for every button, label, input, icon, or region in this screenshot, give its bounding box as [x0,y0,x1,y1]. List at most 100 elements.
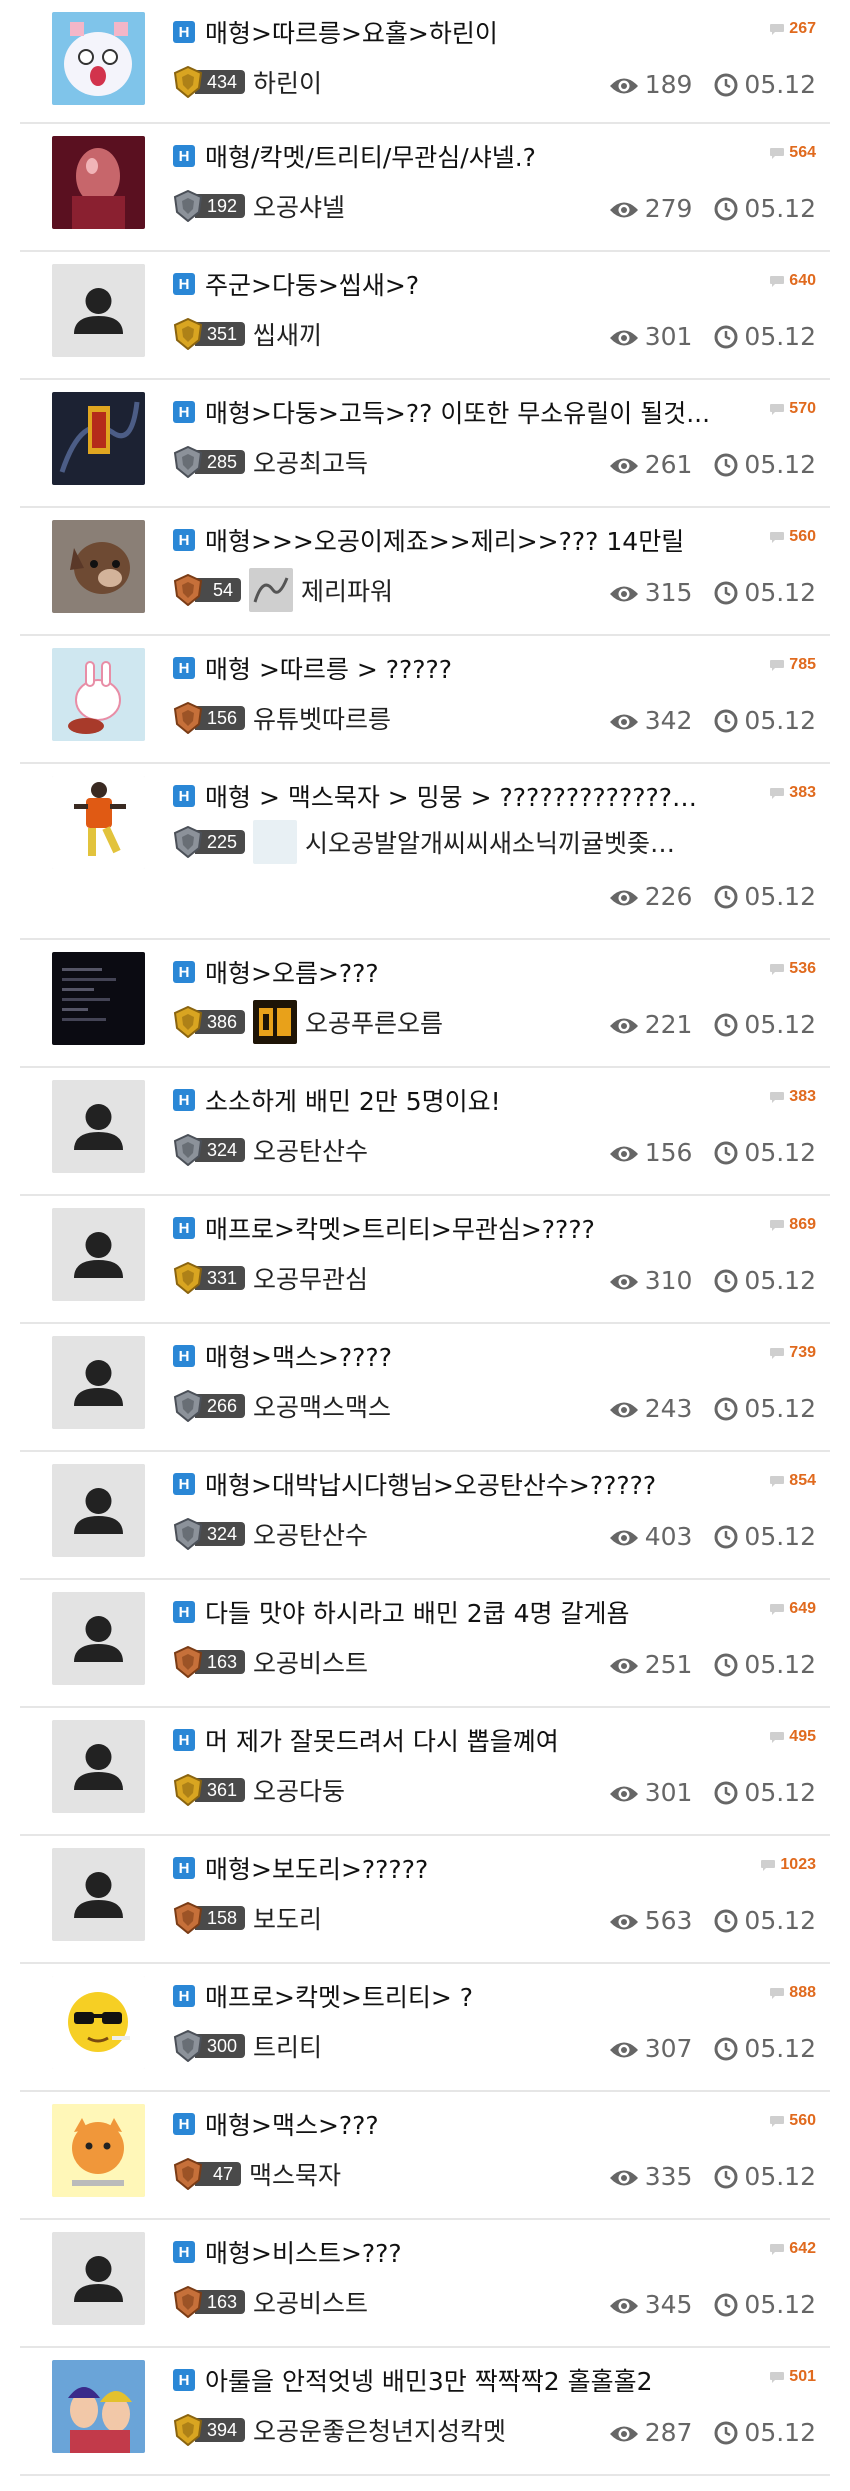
post-row[interactable]: H 매프로>칵멧>트리티> ? 888 300 트리티 307 05.12 [20,1964,830,2092]
post-title-row[interactable]: H 매형>오름>??? [173,954,816,990]
post-title[interactable]: 다들 맛야 하시라고 배민 2쿱 4명 갈게욤 [205,1594,630,1630]
post-row[interactable]: H 아룰을 안적엇넹 배민3만 짝짝짝2 홀홀홀2 501 394 오공운좋은청… [20,2348,830,2476]
post-thumbnail[interactable] [52,136,145,229]
default-avatar-icon[interactable] [52,1080,145,1173]
post-row[interactable]: H 매형>맥스>???? 739 266 오공맥스맥스 243 05.12 [20,1324,830,1452]
post-thumbnail[interactable] [52,520,145,613]
author-nickname[interactable]: 트리티 [253,2028,322,2064]
post-thumbnail[interactable] [52,12,145,105]
post-title[interactable]: 매형 > 맥스묵자 > 밍뭉 > ?????????????… [205,778,697,814]
author-nickname[interactable]: 오공비스트 [253,2284,368,2320]
post-row[interactable]: H 머 제가 잘못드려서 다시 뽑을꼐여 495 361 오공다둥 301 05… [20,1708,830,1836]
post-row[interactable]: H 매형/칵멧/트리티/무관심/샤넬.? 564 192 오공샤넬 279 05… [20,124,830,252]
post-title-row[interactable]: H 다들 맛야 하시라고 배민 2쿱 4명 갈게욤 [173,1594,816,1630]
default-avatar-icon[interactable] [52,1720,145,1813]
default-avatar-icon[interactable] [52,1464,145,1557]
author-nickname[interactable]: 유튜벳따르릉 [253,700,391,736]
default-avatar-icon[interactable] [52,1848,145,1941]
post-thumbnail[interactable] [52,776,145,869]
post-title-row[interactable]: H 매형 >따르릉 > ????? [173,650,816,686]
post-title[interactable]: 매형>비스트>??? [205,2234,402,2270]
eye-icon [609,1398,639,1420]
post-title-row[interactable]: H 아룰을 안적엇넹 배민3만 짝짝짝2 홀홀홀2 [173,2362,816,2398]
post-title-row[interactable]: H 매형>맥스>???? [173,1338,816,1374]
author-nickname[interactable]: 맥스묵자 [249,2156,341,2192]
post-row[interactable]: H 매프로>칵멧>트리티>무관심>???? 869 331 오공무관심 310 … [20,1196,830,1324]
post-title-row[interactable]: H 매형 > 맥스묵자 > 밍뭉 > ?????????????… [173,778,816,814]
post-row[interactable]: H 매형>따르릉>요홀>하린이 267 434 하린이 189 05.12 [20,0,830,124]
post-title-row[interactable]: H 매형>보도리>????? [173,1850,816,1886]
author-nickname[interactable]: 오공맥스맥스 [253,1388,391,1424]
post-row[interactable]: H 매형 > 맥스묵자 > 밍뭉 > ?????????????… 383 22… [20,764,830,940]
post-title[interactable]: 매프로>칵멧>트리티>무관심>???? [205,1210,595,1246]
post-row[interactable]: H 주군>다둥>씹새>? 640 351 씹새끼 301 05.12 [20,252,830,380]
post-title-row[interactable]: H 머 제가 잘못드려서 다시 뽑을꼐여 [173,1722,816,1758]
post-title[interactable]: 매형 >따르릉 > ????? [205,650,452,686]
author-nickname[interactable]: 하린이 [253,64,322,100]
post-title-row[interactable]: H 매프로>칵멧>트리티>무관심>???? [173,1210,816,1246]
default-avatar-icon[interactable] [52,1592,145,1685]
post-thumbnail[interactable] [52,2104,145,2197]
post-row[interactable]: H 매형 >따르릉 > ????? 785 156 유튜벳따르릉 342 05.… [20,636,830,764]
post-title[interactable]: 소소하게 배민 2만 5명이요! [205,1082,501,1118]
default-avatar-icon[interactable] [52,2232,145,2325]
post-title[interactable]: 매형>오름>??? [205,954,379,990]
author-nickname[interactable]: 오공탄산수 [253,1132,368,1168]
post-thumbnail[interactable] [52,2360,145,2453]
post-row[interactable]: H 매형>대박납시다행님>오공탄산수>????? 854 324 오공탄산수 4… [20,1452,830,1580]
post-row[interactable]: H 매형>오름>??? 536 386 오공푸른오름 221 05.12 [20,940,830,1068]
post-thumbnail[interactable] [52,392,145,485]
post-title[interactable]: 머 제가 잘못드려서 다시 뽑을꼐여 [205,1722,559,1758]
default-avatar-icon[interactable] [52,1208,145,1301]
post-title[interactable]: 매형>맥스>???? [205,1338,392,1374]
post-title-row[interactable]: H 주군>다둥>씹새>? [173,266,816,302]
post-thumbnail[interactable] [52,648,145,741]
post-row[interactable]: H 매형>보도리>????? 1023 158 보도리 563 05.12 [20,1836,830,1964]
author-nickname[interactable]: 오공최고득 [253,444,368,480]
post-title-row[interactable]: H 매형>대박납시다행님>오공탄산수>????? [173,1466,816,1502]
post-title[interactable]: 아룰을 안적엇넹 배민3만 짝짝짝2 홀홀홀2 [205,2362,653,2398]
post-row[interactable]: H 매형>>>오공이제죠>>제리>>??? 14만릴 560 54 제리파워 3… [20,508,830,636]
author-nickname[interactable]: 오공무관심 [253,1260,368,1296]
post-title-row[interactable]: H 매형>다둥>고득>?? 이또한 무소유릴이 될것... [173,394,816,430]
post-row[interactable]: H 매형>비스트>??? 642 163 오공비스트 345 05.12 [20,2220,830,2348]
post-title-row[interactable]: H 매형>>>오공이제죠>>제리>>??? 14만릴 [173,522,816,558]
post-title[interactable]: 매형>따르릉>요홀>하린이 [205,14,498,50]
post-title[interactable]: 매형>다둥>고득>?? 이또한 무소유릴이 될것... [205,394,710,430]
author-nickname[interactable]: 오공샤넬 [253,188,345,224]
post-title-row[interactable]: H 매형>비스트>??? [173,2234,816,2270]
post-title-row[interactable]: H 매형>따르릉>요홀>하린이 [173,14,816,50]
post-thumbnail[interactable] [52,1976,145,2069]
view-count: 221 [644,1010,693,1039]
post-title[interactable]: 매형/칵멧/트리티/무관심/샤넬.? [205,138,536,174]
post-row[interactable]: H 매형>다둥>고득>?? 이또한 무소유릴이 될것... 570 285 오공… [20,380,830,508]
author-nickname[interactable]: 오공탄산수 [253,1516,368,1552]
post-list: H 매형>따르릉>요홀>하린이 267 434 하린이 189 05.12 H … [0,0,850,2476]
post-title[interactable]: 매형>보도리>????? [205,1850,428,1886]
author-nickname[interactable]: 오공푸른오름 [305,1004,443,1040]
post-title[interactable]: 매형>대박납시다행님>오공탄산수>????? [205,1466,656,1502]
post-title-row[interactable]: H 매형/칵멧/트리티/무관심/샤넬.? [173,138,816,174]
post-title-row[interactable]: H 매프로>칵멧>트리티> ? [173,1978,816,2014]
post-row[interactable]: H 소소하게 배민 2만 5명이요! 383 324 오공탄산수 156 05.… [20,1068,830,1196]
post-stats: 315 05.12 [609,578,816,607]
post-title[interactable]: 매형>맥스>??? [205,2106,379,2142]
default-avatar-icon[interactable] [52,264,145,357]
author-nickname[interactable]: 오공운좋은청년지성칵멧 [253,2412,506,2448]
author-nickname[interactable]: 씹새끼 [253,316,322,352]
post-row[interactable]: H 다들 맛야 하시라고 배민 2쿱 4명 갈게욤 649 163 오공비스트 … [20,1580,830,1708]
post-title-row[interactable]: H 소소하게 배민 2만 5명이요! [173,1082,816,1118]
post-title-row[interactable]: H 매형>맥스>??? [173,2106,816,2142]
author-nickname[interactable]: 오공비스트 [253,1644,368,1680]
post-title[interactable]: 매프로>칵멧>트리티> ? [205,1978,473,2014]
author-nickname[interactable]: 시오공발알개씨씨새소닉끼귤벳좆… [305,824,675,860]
board-badge-icon: H [173,2241,195,2263]
author-nickname[interactable]: 오공다둥 [253,1772,345,1808]
post-title[interactable]: 주군>다둥>씹새>? [205,266,419,302]
post-title[interactable]: 매형>>>오공이제죠>>제리>>??? 14만릴 [205,522,684,558]
author-nickname[interactable]: 제리파워 [301,572,393,608]
post-row[interactable]: H 매형>맥스>??? 560 47 맥스묵자 335 05.12 [20,2092,830,2220]
author-nickname[interactable]: 보도리 [253,1900,322,1936]
post-thumbnail[interactable] [52,952,145,1045]
default-avatar-icon[interactable] [52,1336,145,1429]
